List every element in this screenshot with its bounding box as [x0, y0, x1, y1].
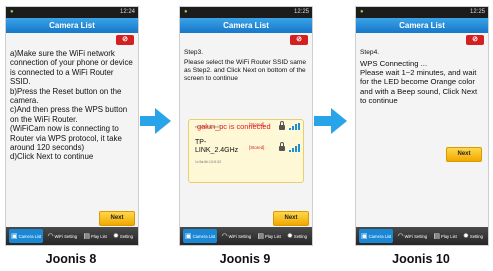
step-label: Step4.	[360, 49, 380, 56]
bottom-nav: ▣ Camera List ◠ WiFi Setting ▤ Play List…	[356, 227, 488, 245]
instructions-text: a)Make sure the WiFi network connection …	[10, 49, 133, 162]
nav-play-list-label: Play List	[440, 233, 457, 239]
instructions: Step3. Please select the WiFi Router SSI…	[184, 49, 308, 83]
nav-camera-list[interactable]: ▣ Camera List	[9, 229, 44, 243]
nav-camera-list[interactable]: ▣ Camera List	[359, 229, 394, 243]
gear-icon: ✹	[287, 232, 293, 240]
wifi-icon: ◠	[47, 232, 54, 240]
nav-wifi-setting[interactable]: ◠ WiFi Setting	[219, 229, 253, 243]
flow-arrow-shaft	[140, 116, 156, 126]
camera-icon: ▣	[185, 232, 192, 240]
nav-play-list-label: Play List	[90, 233, 107, 239]
figure-caption: Joonis 10	[392, 252, 450, 266]
nav-wifi-setting-label: WiFi Setting	[54, 233, 78, 239]
nav-setting-label: Setting	[293, 233, 307, 239]
delete-icon[interactable]: ⊘	[290, 35, 308, 45]
lock-icon	[279, 142, 285, 151]
nav-setting-label: Setting	[119, 233, 133, 239]
nav-setting-label: Setting	[469, 233, 483, 239]
android-icon: ●	[10, 9, 14, 15]
wifi-icon: ◠	[221, 232, 228, 240]
instructions: a)Make sure the WiFi network connection …	[10, 49, 134, 162]
nav-wifi-setting-label: WiFi Setting	[228, 233, 252, 239]
gear-icon: ✹	[463, 232, 469, 240]
lock-icon	[279, 121, 285, 130]
playlist-icon: ▤	[83, 232, 90, 240]
nav-wifi-setting[interactable]: ◠ WiFi Setting	[395, 229, 429, 243]
step-label: Step3.	[184, 49, 204, 56]
delete-icon[interactable]: ⊘	[116, 35, 134, 45]
network-status: [Stored]	[249, 145, 265, 150]
nav-wifi-setting-label: WiFi Setting	[404, 233, 428, 239]
nav-setting[interactable]: ✹ Setting	[285, 229, 309, 243]
wifi-signal-icon	[289, 144, 300, 152]
screen-title: Camera List	[6, 18, 138, 33]
nav-camera-list-label: Camera List	[18, 233, 42, 239]
screen-title: Camera List	[180, 18, 312, 33]
wifi-signal-icon	[289, 123, 300, 130]
figure-caption: Joonis 9	[219, 252, 271, 266]
next-button[interactable]: Next	[446, 147, 482, 162]
status-bar: ● 12:25	[180, 7, 312, 18]
nav-play-list-label: Play List	[264, 233, 281, 239]
status-bar: ● 12:24	[6, 7, 138, 18]
connection-status: galun_pc is connected	[197, 122, 271, 131]
instructions-text: WPS Connecting ... Please wait 1~2 minut…	[360, 59, 478, 105]
instructions-text: Please select the WiFi Router SSID same …	[184, 59, 307, 82]
nav-setting[interactable]: ✹ Setting	[461, 229, 485, 243]
status-time: 12:25	[293, 9, 309, 15]
wifi-icon: ◠	[397, 232, 404, 240]
playlist-icon: ▤	[257, 232, 264, 240]
network-mac: 1c:5a:6b:13:f1:52	[195, 160, 222, 164]
camera-icon: ▣	[361, 232, 368, 240]
nav-setting[interactable]: ✹ Setting	[111, 229, 135, 243]
camera-icon: ▣	[11, 232, 18, 240]
android-icon: ●	[360, 9, 364, 15]
arrow-right-icon	[155, 108, 171, 134]
nav-wifi-setting[interactable]: ◠ WiFi Setting	[45, 229, 79, 243]
next-button[interactable]: Next	[273, 211, 309, 226]
toolbar: ⊘	[180, 33, 312, 47]
gear-icon: ✹	[113, 232, 119, 240]
bottom-nav: ▣ Camera List ◠ WiFi Setting ▤ Play List…	[180, 227, 312, 245]
toolbar: ⊘	[356, 33, 488, 47]
delete-icon[interactable]: ⊘	[466, 35, 484, 45]
screen-title: Camera List	[356, 18, 488, 33]
toolbar: ⊘	[6, 33, 138, 47]
phone-screen-step4: ● 12:25 Camera List ⊘ Step4. WPS Connect…	[355, 6, 489, 246]
nav-camera-list-label: Camera List	[368, 233, 392, 239]
flow-arrow-shaft	[314, 116, 332, 126]
status-time: 12:24	[119, 9, 135, 15]
phone-screen-step3: ● 12:25 Camera List ⊘ Step3. Please sele…	[179, 6, 313, 246]
nav-camera-list[interactable]: ▣ Camera List	[183, 229, 218, 243]
phone-screen-step2: ● 12:24 Camera List ⊘ a)Make sure the Wi…	[5, 6, 139, 246]
playlist-icon: ▤	[433, 232, 440, 240]
nav-play-list[interactable]: ▤ Play List	[255, 229, 282, 243]
bottom-nav: ▣ Camera List ◠ WiFi Setting ▤ Play List…	[6, 227, 138, 245]
network-item[interactable]: TP-LINK_2.4GHz	[195, 139, 243, 155]
figure-caption: Joonis 8	[45, 252, 97, 266]
instructions: Step4. WPS Connecting ... Please wait 1~…	[360, 49, 484, 105]
nav-play-list[interactable]: ▤ Play List	[431, 229, 458, 243]
android-icon: ●	[184, 9, 188, 15]
arrow-right-icon	[331, 108, 347, 134]
nav-play-list[interactable]: ▤ Play List	[81, 229, 108, 243]
status-time: 12:25	[469, 9, 485, 15]
next-button[interactable]: Next	[99, 211, 135, 226]
status-bar: ● 12:25	[356, 7, 488, 18]
nav-camera-list-label: Camera List	[192, 233, 216, 239]
